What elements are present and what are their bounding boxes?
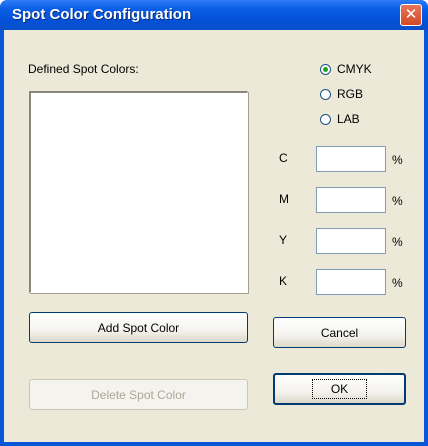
close-icon[interactable]: ✕ bbox=[400, 4, 422, 26]
defined-spot-colors-label: Defined Spot Colors: bbox=[28, 62, 139, 76]
title-bar[interactable]: Spot Color Configuration ✕ bbox=[0, 0, 428, 30]
k-input[interactable] bbox=[316, 269, 386, 295]
dialog-body: Defined Spot Colors: CMYK RGB LAB C % M … bbox=[4, 30, 424, 442]
field-label-y: Y bbox=[279, 233, 288, 247]
radio-cmyk[interactable]: CMYK bbox=[320, 61, 372, 77]
y-input[interactable] bbox=[316, 228, 386, 254]
radio-lab[interactable]: LAB bbox=[320, 111, 360, 127]
field-label-k: K bbox=[279, 274, 288, 288]
radio-lab-label: LAB bbox=[337, 112, 360, 126]
radio-rgb-indicator[interactable] bbox=[320, 88, 331, 100]
window-title: Spot Color Configuration bbox=[12, 6, 192, 23]
radio-rgb[interactable]: RGB bbox=[320, 86, 363, 102]
radio-rgb-label: RGB bbox=[337, 87, 364, 101]
add-spot-color-button[interactable]: Add Spot Color bbox=[29, 312, 248, 343]
m-input[interactable] bbox=[316, 187, 386, 213]
y-unit: % bbox=[392, 235, 403, 249]
ok-button-label: OK bbox=[311, 379, 368, 399]
radio-lab-indicator[interactable] bbox=[320, 113, 331, 125]
radio-cmyk-indicator[interactable] bbox=[320, 63, 331, 75]
radio-cmyk-label: CMYK bbox=[337, 62, 372, 76]
delete-spot-color-button[interactable]: Delete Spot Color bbox=[29, 379, 248, 410]
spot-colors-list[interactable] bbox=[29, 91, 248, 293]
cancel-button[interactable]: Cancel bbox=[273, 317, 406, 348]
c-unit: % bbox=[392, 153, 403, 167]
field-label-c: C bbox=[279, 151, 288, 165]
dialog-window: Spot Color Configuration ✕ Defined Spot … bbox=[0, 0, 428, 446]
k-unit: % bbox=[392, 276, 403, 290]
c-input[interactable] bbox=[316, 146, 386, 172]
field-label-m: M bbox=[279, 192, 289, 206]
m-unit: % bbox=[392, 194, 403, 208]
ok-button[interactable]: OK bbox=[273, 373, 406, 405]
